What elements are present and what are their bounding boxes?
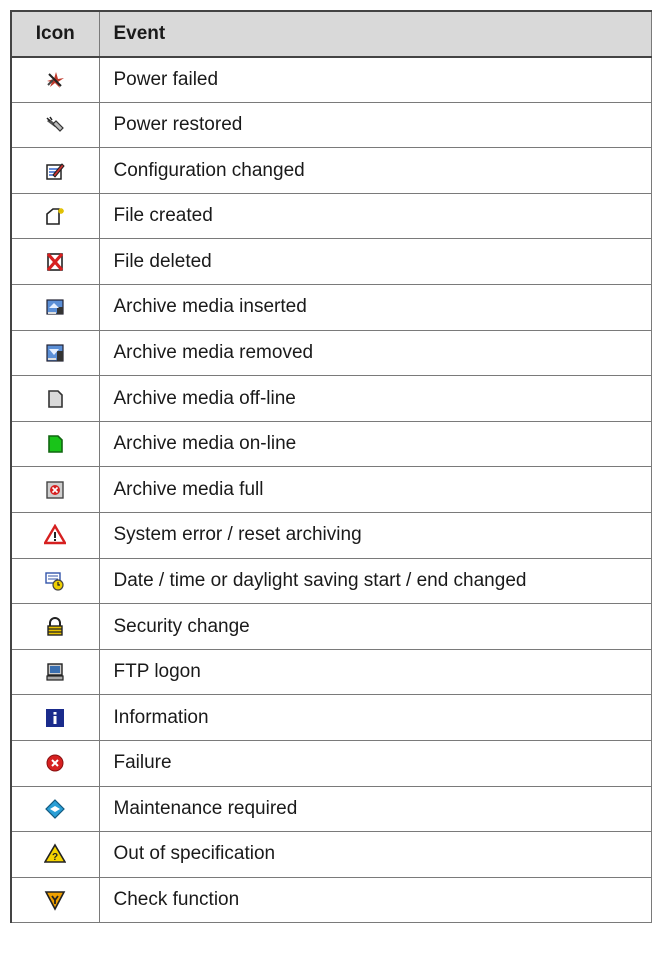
event-label: Archive media inserted: [98, 284, 652, 331]
event-label: Configuration changed: [98, 147, 652, 194]
event-label: Archive media off-line: [98, 375, 652, 422]
table-header-row: Icon Event: [10, 10, 652, 58]
table-row: Power restored: [10, 101, 652, 149]
event-label: Security change: [98, 603, 652, 650]
event-label: Check function: [98, 876, 652, 924]
table-row: Security change: [10, 603, 652, 650]
table-row: Information: [10, 694, 652, 741]
event-label: FTP logon: [98, 648, 652, 696]
table-row: Configuration changed: [10, 147, 652, 194]
column-header-icon: Icon: [10, 10, 100, 58]
event-label: File created: [98, 192, 652, 240]
table-row: Archive media inserted: [10, 284, 652, 331]
event-label: Maintenance required: [98, 785, 652, 833]
ftp-logon-icon: [44, 661, 66, 682]
table-row: Archive media full: [10, 466, 652, 514]
file-created-icon: [44, 205, 66, 226]
configuration-changed-icon: [44, 160, 66, 181]
event-label: Archive media removed: [98, 329, 652, 377]
table-row: Maintenance required: [10, 785, 652, 833]
event-label: System error / reset archiving: [98, 512, 652, 559]
security-change-icon: [44, 616, 66, 637]
event-label: Power failed: [98, 56, 652, 103]
event-label: Archive media full: [98, 466, 652, 514]
event-label: File deleted: [98, 238, 652, 286]
svg-text:?: ?: [52, 852, 58, 863]
system-error-icon: [44, 524, 67, 545]
date-time-changed-icon: [44, 570, 66, 591]
table-row: Archive media off-line: [10, 375, 652, 422]
table-row: Check function: [10, 876, 652, 924]
information-icon: [44, 707, 66, 728]
archive-media-offline-icon: [44, 388, 66, 409]
table-row: File deleted: [10, 238, 652, 286]
maintenance-required-icon: [44, 798, 66, 819]
event-label: Power restored: [98, 101, 652, 149]
table-row: Failure: [10, 740, 652, 787]
archive-media-full-icon: [44, 479, 66, 500]
table-row: Archive media on-line: [10, 420, 652, 468]
event-label: Date / time or daylight saving start / e…: [98, 557, 652, 605]
table-row: File created: [10, 192, 652, 240]
archive-media-online-icon: [44, 433, 66, 454]
table-row: Archive media removed: [10, 329, 652, 377]
event-label: Out of specification: [98, 831, 652, 878]
column-header-event: Event: [98, 10, 652, 58]
failure-icon: [44, 752, 66, 773]
power-failed-icon: [44, 69, 66, 90]
table-row: ? Out of specification: [10, 831, 652, 878]
table-row: Date / time or daylight saving start / e…: [10, 557, 652, 605]
table-row: System error / reset archiving: [10, 512, 652, 559]
event-icon-table: Icon Event Power failed Power restored C…: [10, 10, 652, 924]
archive-media-removed-icon: [44, 342, 66, 363]
event-label: Failure: [98, 740, 652, 787]
out-of-specification-icon: ?: [44, 843, 67, 864]
check-function-icon: [44, 889, 66, 911]
file-deleted-icon: [44, 251, 66, 272]
table-row: Power failed: [10, 56, 652, 103]
power-restored-icon: [44, 114, 66, 135]
table-row: FTP logon: [10, 648, 652, 696]
archive-media-inserted-icon: [44, 296, 66, 317]
event-label: Archive media on-line: [98, 420, 652, 468]
event-label: Information: [98, 694, 652, 741]
